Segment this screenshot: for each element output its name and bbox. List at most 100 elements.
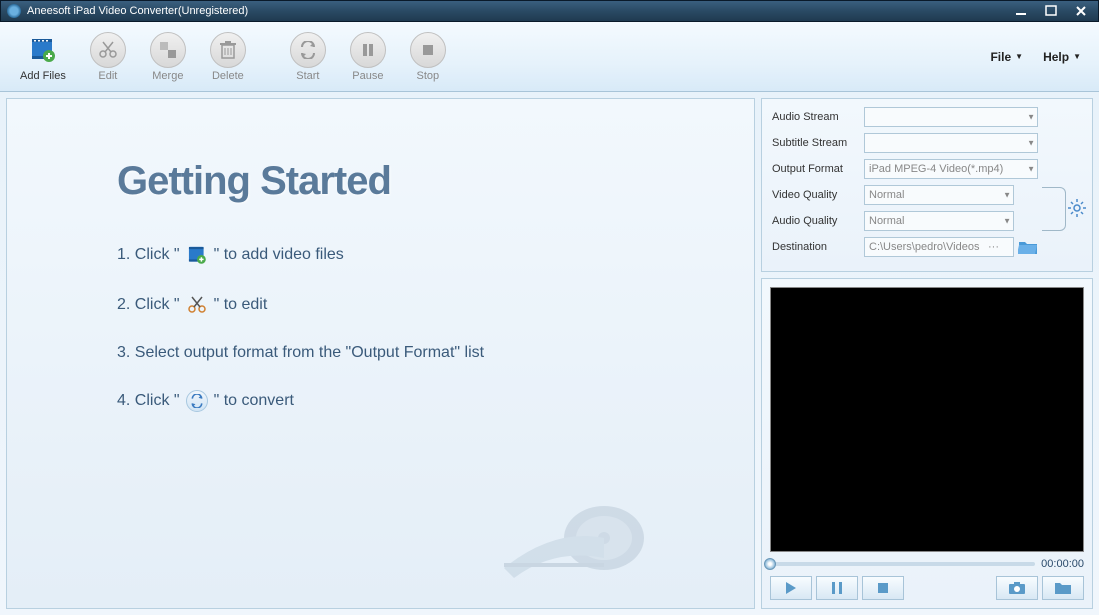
delete-label: Delete (212, 70, 244, 82)
step-1-text-b: " to add video files (214, 246, 344, 264)
add-files-label: Add Files (20, 70, 66, 82)
step-4-text-a: 4. Click " (117, 392, 180, 410)
video-quality-label: Video Quality (772, 189, 864, 201)
scissors-inline-icon (186, 294, 208, 316)
edit-label: Edit (98, 70, 117, 82)
step-3: 3. Select output format from the "Output… (117, 344, 714, 362)
side-panel: Audio Stream ▼ Subtitle Stream ▼ Output … (761, 98, 1093, 609)
stop-icon (410, 32, 446, 68)
subtitle-stream-row: Subtitle Stream ▼ (772, 133, 1038, 153)
video-preview (770, 287, 1084, 552)
start-button[interactable]: Start (278, 28, 338, 86)
preview-panel: 00:00:00 (761, 278, 1093, 609)
app-logo-icon (7, 4, 21, 18)
delete-button[interactable]: Delete (198, 28, 258, 86)
folder-icon (1055, 582, 1071, 594)
open-snapshot-folder-button[interactable] (1042, 576, 1084, 600)
trash-icon (210, 32, 246, 68)
minimize-button[interactable] (1010, 4, 1032, 18)
seek-bar-row: 00:00:00 (770, 552, 1084, 576)
maximize-button[interactable] (1040, 4, 1062, 18)
output-format-label: Output Format (772, 163, 864, 175)
play-icon (786, 582, 796, 594)
time-display: 00:00:00 (1041, 558, 1084, 570)
output-format-row: Output Format iPad MPEG-4 Video(*.mp4) ▼ (772, 159, 1038, 179)
convert-inline-icon (186, 390, 208, 412)
step-1: 1. Click " " to add video files (117, 244, 714, 266)
merge-icon (150, 32, 186, 68)
start-label: Start (296, 70, 319, 82)
audio-stream-select[interactable]: ▼ (864, 107, 1038, 127)
convert-icon (290, 32, 326, 68)
subtitle-stream-select[interactable]: ▼ (864, 133, 1038, 153)
pause-icon (832, 582, 842, 594)
destination-row: Destination C:\Users\pedro\Videos ··· (772, 237, 1038, 257)
chevron-down-icon: ▼ (1003, 217, 1011, 226)
merge-button[interactable]: Merge (138, 28, 198, 86)
chevron-down-icon: ▼ (1027, 139, 1035, 148)
add-files-icon (25, 32, 61, 68)
video-quality-select[interactable]: Normal ▼ (864, 185, 1014, 205)
chevron-down-icon: ▼ (1073, 52, 1081, 61)
snapshot-button[interactable] (996, 576, 1038, 600)
getting-started-panel: Getting Started 1. Click " " to add vide… (6, 98, 755, 609)
step-4: 4. Click " " to convert (117, 390, 714, 412)
add-files-inline-icon (186, 244, 208, 266)
stop-button[interactable]: Stop (398, 28, 458, 86)
step-2-text-b: " to edit (214, 296, 268, 314)
pause-button[interactable]: Pause (338, 28, 398, 86)
step-2-text-a: 2. Click " (117, 296, 180, 314)
stop-label: Stop (417, 70, 440, 82)
merge-label: Merge (152, 70, 183, 82)
quality-settings-button[interactable] (1068, 199, 1086, 217)
scissors-icon (90, 32, 126, 68)
chevron-down-icon: ▼ (1015, 52, 1023, 61)
step-2: 2. Click " " to edit (117, 294, 714, 316)
add-files-button[interactable]: Add Files (8, 28, 78, 86)
settings-panel: Audio Stream ▼ Subtitle Stream ▼ Output … (761, 98, 1093, 272)
stop-icon (878, 583, 888, 593)
pause-playback-button[interactable] (816, 576, 858, 600)
audio-quality-value: Normal (869, 215, 904, 227)
audio-stream-row: Audio Stream ▼ (772, 107, 1038, 127)
seek-slider[interactable] (770, 562, 1035, 566)
stop-playback-button[interactable] (862, 576, 904, 600)
title-bar: Aneesoft iPad Video Converter(Unregister… (0, 0, 1099, 22)
destination-label: Destination (772, 241, 864, 253)
help-menu[interactable]: Help ▼ (1033, 46, 1091, 68)
help-menu-label: Help (1043, 50, 1069, 64)
audio-quality-select[interactable]: Normal ▼ (864, 211, 1014, 231)
film-reel-decoration-icon (474, 468, 694, 588)
close-button[interactable] (1070, 4, 1092, 18)
body-area: Getting Started 1. Click " " to add vide… (0, 92, 1099, 615)
edit-button[interactable]: Edit (78, 28, 138, 86)
camera-icon (1009, 582, 1025, 594)
pause-icon (350, 32, 386, 68)
file-menu-label: File (990, 50, 1011, 64)
video-quality-value: Normal (869, 189, 904, 201)
subtitle-stream-label: Subtitle Stream (772, 137, 864, 149)
destination-value: C:\Users\pedro\Videos (869, 241, 979, 253)
output-format-value: iPad MPEG-4 Video(*.mp4) (869, 163, 1003, 175)
video-quality-row: Video Quality Normal ▼ (772, 185, 1038, 205)
play-button[interactable] (770, 576, 812, 600)
audio-quality-label: Audio Quality (772, 215, 864, 227)
quality-bracket-decoration (1042, 187, 1066, 231)
getting-started-title: Getting Started (117, 159, 714, 204)
audio-quality-row: Audio Quality Normal ▼ (772, 211, 1038, 231)
step-4-text-b: " to convert (214, 392, 294, 410)
file-menu[interactable]: File ▼ (980, 46, 1033, 68)
output-format-select[interactable]: iPad MPEG-4 Video(*.mp4) ▼ (864, 159, 1038, 179)
chevron-down-icon: ▼ (1003, 191, 1011, 200)
audio-stream-label: Audio Stream (772, 111, 864, 123)
chevron-down-icon: ▼ (1027, 165, 1035, 174)
open-destination-button[interactable] (1018, 238, 1038, 256)
chevron-down-icon: ▼ (1027, 113, 1035, 122)
destination-field[interactable]: C:\Users\pedro\Videos ··· (864, 237, 1014, 257)
seek-thumb-icon (764, 558, 776, 570)
window-title: Aneesoft iPad Video Converter(Unregister… (27, 5, 1010, 17)
player-controls (770, 576, 1084, 600)
pause-label: Pause (352, 70, 383, 82)
step-1-text-a: 1. Click " (117, 246, 180, 264)
toolbar: Add Files Edit Merge Delete Start Pause (0, 22, 1099, 92)
